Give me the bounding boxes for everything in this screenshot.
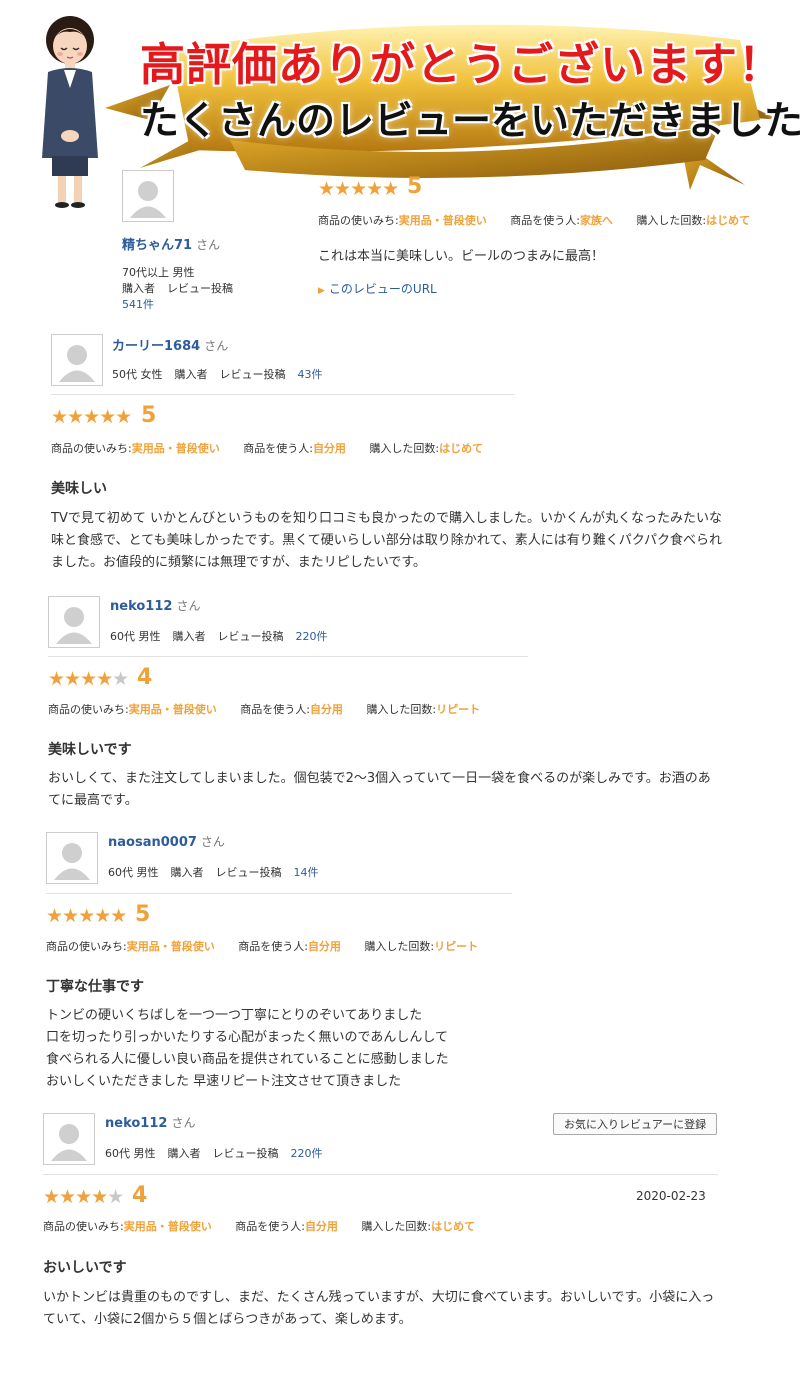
reviewer-name[interactable]: neko112 さん (105, 1114, 195, 1131)
star-rating-icons: ★★★★★ (51, 406, 132, 428)
reviewer-name[interactable]: カーリー1684 さん (112, 335, 228, 354)
review-date: 2020-02-23 (636, 1189, 706, 1203)
reviewer-age-gender: 70代以上 男性 (122, 266, 195, 279)
review-title: 美味しいです (48, 742, 132, 758)
bowing-staff-illustration (42, 16, 98, 208)
reviewer-name[interactable]: neko112 さん (110, 597, 200, 614)
reviewer-stats: 購入者 レビュー投稿 (122, 282, 233, 295)
rating-score: 5 (141, 403, 157, 428)
review-body: TVで見て初めて いかとんびというものを知り口コミも良かったので購入しました。い… (51, 511, 723, 570)
rating-score: 5 (407, 174, 423, 199)
divider (46, 893, 512, 894)
reviewer-post-count[interactable]: 541件 (122, 296, 166, 312)
reviewer-meta: 60代 男性 購入者 レビュー投稿 14件 (108, 866, 319, 879)
review-attributes: 商品の使いみち:実用品・普段使い 商品を使う人:自分用 購入した回数:はじめて (43, 1220, 476, 1233)
banner-subtitle: たくさんのレビューをいただきました (140, 99, 800, 144)
divider (43, 1174, 718, 1175)
divider (51, 394, 515, 395)
review-body: おいしくて、また注文してしまいました。個包装で2〜3個入っていて一日一袋を食べる… (48, 771, 711, 808)
star-rating-icons: ★★★★★ (43, 1186, 124, 1208)
star-rating-icons: ★★★★★ (318, 178, 399, 200)
reviewer-name[interactable]: naosan0007 さん (108, 833, 225, 850)
review-body: トンビの硬いくちばしを一つ一つ丁寧にとりのぞいてありました 口を切ったり引っかい… (46, 1005, 646, 1093)
review-title: おいしいです (43, 1260, 127, 1276)
avatar-user-silhouette-icon (122, 170, 174, 222)
star-rating-icons: ★★★★★ (48, 668, 129, 690)
reviewer-meta: 50代 女性 購入者 レビュー投稿 43件 (112, 368, 323, 381)
rating-score: 5 (135, 902, 151, 927)
review-body: いかトンビは貴重のものですし、まだ、たくさん残っていますが、大切に食べています。… (43, 1290, 715, 1327)
review-title: 丁寧な仕事です (46, 979, 144, 995)
review-attributes: 商品の使いみち:実用品・普段使い 商品を使う人:家族へ 購入した回数:はじめて (318, 214, 751, 227)
avatar-user-silhouette-icon (48, 596, 100, 648)
review-attributes: 商品の使いみち:実用品・普段使い 商品を使う人:自分用 購入した回数:はじめて (51, 442, 484, 455)
reviewer-meta: 60代 男性 購入者 レビュー投稿 220件 (110, 630, 328, 643)
review-attributes: 商品の使いみち:実用品・普段使い 商品を使う人:自分用 購入した回数:リピート (46, 940, 479, 953)
review-url-link[interactable]: ▶ このレビューのURL (318, 280, 437, 297)
avatar-user-silhouette-icon (51, 334, 103, 386)
rating-score: 4 (132, 1183, 148, 1208)
review-title: 美味しい (51, 481, 107, 497)
review-body-line: おいしくいただきました 早速リピート注文させて頂きました (46, 1074, 402, 1089)
review-attributes: 商品の使いみち:実用品・普段使い 商品を使う人:自分用 購入した回数:リピート (48, 703, 481, 716)
avatar-user-silhouette-icon (43, 1113, 95, 1165)
banner: 高評価ありがとうございます！ たくさんのレビューをいただきました (0, 0, 800, 208)
rating-score: 4 (137, 665, 153, 690)
reviewer-name[interactable]: 精ちゃん71 さん (122, 234, 220, 253)
review-body-line: 口を切ったり引っかいたりする心配がまったく無いのであんしんして (46, 1030, 448, 1045)
divider (48, 656, 528, 657)
triangle-right-icon: ▶ (318, 286, 325, 296)
reviewer-meta: 60代 男性 購入者 レビュー投稿 220件 (105, 1147, 323, 1160)
review-body: これは本当に美味しい。ビールのつまみに最高！ (318, 249, 605, 264)
favorite-reviewer-button[interactable]: お気に入りレビュアーに登録 (553, 1113, 718, 1135)
review-body-line: トンビの硬いくちばしを一つ一つ丁寧にとりのぞいてありました (46, 1008, 423, 1023)
banner-title: 高評価ありがとうございます！ (140, 38, 785, 91)
avatar-user-silhouette-icon (46, 832, 98, 884)
review-body-line: 食べられる人に優しい良い商品を提供されていることに感動しました (46, 1052, 449, 1067)
star-rating-icons: ★★★★★ (46, 905, 127, 927)
